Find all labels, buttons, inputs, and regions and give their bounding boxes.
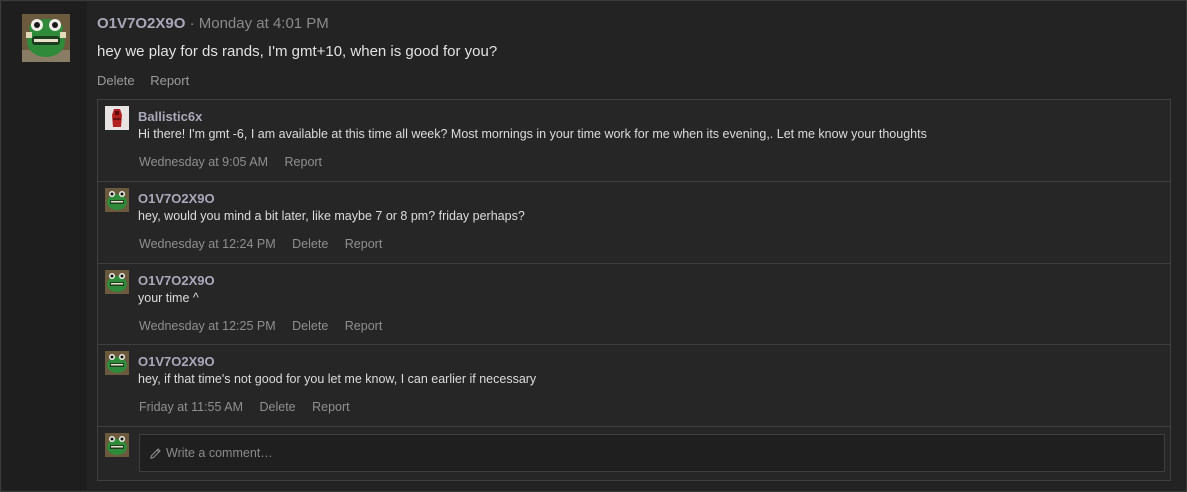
comment-text: hey, would you mind a bit later, like ma… <box>138 209 525 223</box>
comment-timestamp[interactable]: Wednesday at 12:24 PM <box>139 237 276 251</box>
comment-meta: Wednesday at 12:24 PM Delete Report <box>139 237 395 251</box>
report-button[interactable]: Report <box>345 237 383 251</box>
comment-author[interactable]: O1V7O2X9O <box>138 191 215 206</box>
delete-button[interactable]: Delete <box>259 400 295 414</box>
comment-timestamp[interactable]: Wednesday at 12:25 PM <box>139 319 276 333</box>
comment-meta: Friday at 11:55 AM Delete Report <box>139 400 363 414</box>
comment-item: O1V7O2X9O hey, would you mind a bit late… <box>98 182 1170 264</box>
frog-avatar[interactable] <box>105 270 129 294</box>
frog-avatar[interactable] <box>22 14 70 62</box>
comment-item: O1V7O2X9O your time ^ Wednesday at 12:25… <box>98 264 1170 345</box>
post-message: hey we play for ds rands, I'm gmt+10, wh… <box>97 43 498 60</box>
message-thread: O1V7O2X9O · Monday at 4:01 PM hey we pla… <box>0 0 1187 492</box>
comment-author[interactable]: O1V7O2X9O <box>138 354 215 369</box>
comment-input[interactable]: Write a comment… <box>139 434 1165 472</box>
comment-text: hey, if that time's not good for you let… <box>138 372 537 386</box>
post-timestamp[interactable]: Monday at 4:01 PM <box>199 15 329 32</box>
report-button[interactable]: Report <box>312 400 350 414</box>
comment-timestamp[interactable]: Wednesday at 9:05 AM <box>139 155 268 169</box>
delete-button[interactable]: Delete <box>292 319 328 333</box>
comment-item: Ballistic6x Hi there! I'm gmt -6, I am a… <box>98 100 1170 182</box>
frog-avatar[interactable] <box>105 188 129 212</box>
comment-text: your time ^ <box>138 291 199 305</box>
avatar-gutter <box>2 2 87 490</box>
frog-avatar[interactable] <box>105 433 129 457</box>
frog-avatar[interactable] <box>105 351 129 375</box>
comment-author[interactable]: O1V7O2X9O <box>138 273 215 288</box>
post-actions: Delete Report <box>97 73 201 89</box>
comment-author[interactable]: Ballistic6x <box>138 109 202 124</box>
report-button[interactable]: Report <box>285 155 323 169</box>
comment-item: O1V7O2X9O hey, if that time's not good f… <box>98 345 1170 427</box>
red-character-avatar[interactable] <box>105 106 129 130</box>
delete-button[interactable]: Delete <box>97 73 135 88</box>
post-header: O1V7O2X9O · Monday at 4:01 PM <box>97 15 329 33</box>
comment-meta: Wednesday at 12:25 PM Delete Report <box>139 319 395 333</box>
separator: · <box>189 15 195 32</box>
report-button[interactable]: Report <box>345 319 383 333</box>
comment-placeholder: Write a comment… <box>166 446 273 460</box>
report-button[interactable]: Report <box>150 73 189 88</box>
comment-meta: Wednesday at 9:05 AM Report <box>139 155 335 169</box>
pencil-icon <box>150 448 161 459</box>
comment-text: Hi there! I'm gmt -6, I am available at … <box>138 127 927 141</box>
delete-button[interactable]: Delete <box>292 237 328 251</box>
post-author[interactable]: O1V7O2X9O <box>97 15 185 32</box>
comment-timestamp[interactable]: Friday at 11:55 AM <box>139 400 243 414</box>
comment-list: Ballistic6x Hi there! I'm gmt -6, I am a… <box>97 99 1171 481</box>
